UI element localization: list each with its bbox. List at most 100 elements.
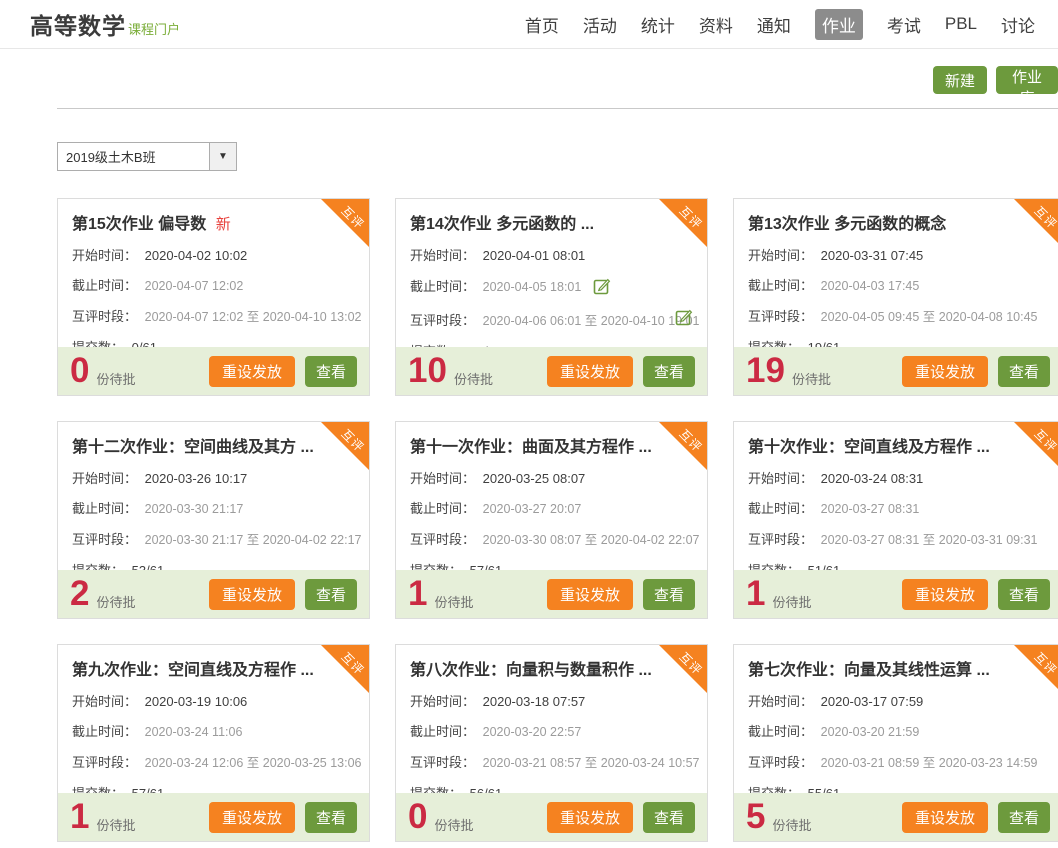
peer-period-row: 互评时段： 2020-03-30 21:17 至 2020-04-02 22:1…: [72, 531, 355, 549]
deadline-label: 截止时间：: [72, 501, 137, 516]
nav-item-4[interactable]: 资料: [699, 12, 733, 37]
card-footer: 0 份待批 重设发放 查看: [58, 347, 369, 395]
start-time-label: 开始时间：: [410, 248, 475, 263]
course-logo[interactable]: 高等数学 课程门户: [30, 7, 180, 41]
view-button[interactable]: 查看: [305, 802, 357, 833]
start-time-label: 开始时间：: [72, 471, 137, 486]
card-body: 第十次作业：空间直线及方程作 ... 开始时间： 2020-03-24 08:3…: [734, 422, 1058, 579]
edit-icon[interactable]: [593, 277, 611, 299]
nav-item-7[interactable]: 考试: [887, 12, 921, 37]
nav-item-6[interactable]: 作业: [815, 9, 863, 40]
pending-count: 0: [70, 349, 89, 393]
assignment-title[interactable]: 第十一次作业：曲面及其方程作 ...: [410, 436, 693, 460]
reset-distribute-button[interactable]: 重设发放: [902, 802, 988, 833]
reset-distribute-button[interactable]: 重设发放: [902, 356, 988, 387]
assignment-title[interactable]: 第九次作业：空间直线及方程作 ...: [72, 659, 355, 683]
reset-distribute-button[interactable]: 重设发放: [209, 579, 295, 610]
nav-item-5[interactable]: 通知: [757, 12, 791, 37]
course-title: 高等数学: [30, 7, 126, 41]
assignment-title-text: 第八次作业：向量积与数量积作 ...: [410, 662, 652, 679]
deadline-label: 截止时间：: [748, 724, 813, 739]
assignment-card: 互评 第七次作业：向量及其线性运算 ... 开始时间： 2020-03-17 0…: [733, 644, 1058, 842]
start-time-row: 开始时间： 2020-03-24 08:31: [748, 470, 1048, 487]
start-time-row: 开始时间： 2020-03-19 10:06: [72, 693, 355, 710]
start-time-label: 开始时间：: [748, 471, 813, 486]
chevron-down-icon[interactable]: ▼: [209, 143, 236, 170]
peer-period-row: 互评时段： 2020-03-21 08:57 至 2020-03-24 10:5…: [410, 754, 693, 772]
peer-period-value: 2020-03-30 21:17 至 2020-04-02 22:17: [145, 533, 362, 547]
assignment-title-text: 第14次作业 多元函数的 ...: [410, 216, 594, 233]
deadline-label: 截止时间：: [410, 279, 475, 294]
peer-period-row: 互评时段： 2020-04-05 09:45 至 2020-04-08 10:4…: [748, 308, 1048, 326]
view-button[interactable]: 查看: [643, 356, 695, 387]
reset-distribute-button[interactable]: 重设发放: [902, 579, 988, 610]
peer-period-row: 互评时段： 2020-03-30 08:07 至 2020-04-02 22:0…: [410, 531, 693, 549]
deadline-label: 截止时间：: [748, 278, 813, 293]
reset-distribute-button[interactable]: 重设发放: [209, 356, 295, 387]
nav-item-3[interactable]: 统计: [641, 12, 675, 37]
assignment-title[interactable]: 第八次作业：向量积与数量积作 ...: [410, 659, 693, 683]
view-button[interactable]: 查看: [643, 579, 695, 610]
main-nav: 首页活动统计资料通知作业考试 PBL 讨论: [525, 9, 1035, 40]
assignment-title[interactable]: 第15次作业 偏导数 新: [72, 213, 355, 237]
assignment-title[interactable]: 第十次作业：空间直线及方程作 ...: [748, 436, 1048, 460]
nav-item-9[interactable]: 讨论: [1001, 12, 1035, 37]
peer-period-row: 互评时段： 2020-04-06 06:01 至 2020-04-10 19:0…: [410, 312, 693, 330]
filter-row: 2019级土木B班 ▼: [57, 142, 1058, 171]
view-button[interactable]: 查看: [998, 802, 1050, 833]
reset-distribute-button[interactable]: 重设发放: [547, 802, 633, 833]
view-button[interactable]: 查看: [998, 579, 1050, 610]
nav-item-2[interactable]: 活动: [583, 12, 617, 37]
reset-distribute-button[interactable]: 重设发放: [209, 802, 295, 833]
nav-item-8[interactable]: PBL: [945, 14, 977, 34]
deadline-row: 截止时间： 2020-03-20 21:59: [748, 723, 1048, 741]
assignment-title[interactable]: 第七次作业：向量及其线性运算 ...: [748, 659, 1048, 683]
peer-period-value: 2020-03-21 08:57 至 2020-03-24 10:57: [483, 756, 700, 770]
deadline-value: 2020-04-05 18:01: [483, 280, 582, 294]
view-button[interactable]: 查看: [998, 356, 1050, 387]
card-footer: 0 份待批 重设发放 查看: [396, 793, 707, 841]
start-time-row: 开始时间： 2020-03-25 08:07: [410, 470, 693, 487]
reset-distribute-button[interactable]: 重设发放: [547, 356, 633, 387]
start-time-label: 开始时间：: [748, 248, 813, 263]
pending-suffix-label: 份待批: [434, 592, 473, 611]
class-select[interactable]: 2019级土木B班 ▼: [57, 142, 237, 171]
assignment-card: 互评 第十次作业：空间直线及方程作 ... 开始时间： 2020-03-24 0…: [733, 421, 1058, 619]
pending-suffix-label: 份待批: [792, 369, 831, 388]
peer-period-label: 互评时段：: [748, 309, 813, 324]
assignment-title[interactable]: 第13次作业 多元函数的概念: [748, 213, 1048, 237]
assignment-title-text: 第十二次作业：空间曲线及其方 ...: [72, 439, 314, 456]
deadline-label: 截止时间：: [410, 501, 475, 516]
start-time-label: 开始时间：: [72, 248, 137, 263]
view-button[interactable]: 查看: [643, 802, 695, 833]
view-button[interactable]: 查看: [305, 356, 357, 387]
start-time-row: 开始时间： 2020-04-02 10:02: [72, 247, 355, 264]
pending-count: 5: [746, 795, 765, 839]
start-time-label: 开始时间：: [72, 694, 137, 709]
assignment-title[interactable]: 第14次作业 多元函数的 ...: [410, 213, 693, 237]
assignment-card: 互评 第十二次作业：空间曲线及其方 ... 开始时间： 2020-03-26 1…: [57, 421, 370, 619]
assignment-card: 互评 第13次作业 多元函数的概念 开始时间： 2020-03-31 07:45…: [733, 198, 1058, 396]
peer-period-row: 互评时段： 2020-03-21 08:59 至 2020-03-23 14:5…: [748, 754, 1048, 772]
nav-item-1[interactable]: 首页: [525, 12, 559, 37]
assignment-title[interactable]: 第十二次作业：空间曲线及其方 ...: [72, 436, 355, 460]
deadline-value: 2020-03-24 11:06: [145, 725, 243, 739]
deadline-row: 截止时间： 2020-03-30 21:17: [72, 500, 355, 518]
assignment-library-button[interactable]: 作业库: [996, 66, 1058, 94]
content-divider: [57, 108, 1058, 109]
view-button[interactable]: 查看: [305, 579, 357, 610]
peer-period-value: 2020-03-30 08:07 至 2020-04-02 22:07: [483, 533, 700, 547]
peer-period-label: 互评时段：: [748, 755, 813, 770]
reset-distribute-button[interactable]: 重设发放: [547, 579, 633, 610]
deadline-label: 截止时间：: [72, 724, 137, 739]
toolbar: 新建 作业库: [0, 49, 1058, 108]
start-time-label: 开始时间：: [410, 694, 475, 709]
peer-period-value: 2020-04-06 06:01 至 2020-04-10 19:01: [483, 314, 700, 328]
course-subtitle: 课程门户: [128, 19, 180, 38]
peer-period-row: 互评时段： 2020-03-27 08:31 至 2020-03-31 09:3…: [748, 531, 1048, 549]
new-assignment-button[interactable]: 新建: [933, 66, 987, 94]
assignment-title-text: 第15次作业 偏导数: [72, 216, 206, 233]
pending-suffix-label: 份待批: [434, 815, 473, 834]
new-badge: 新: [216, 216, 231, 233]
edit-icon[interactable]: [675, 308, 693, 330]
